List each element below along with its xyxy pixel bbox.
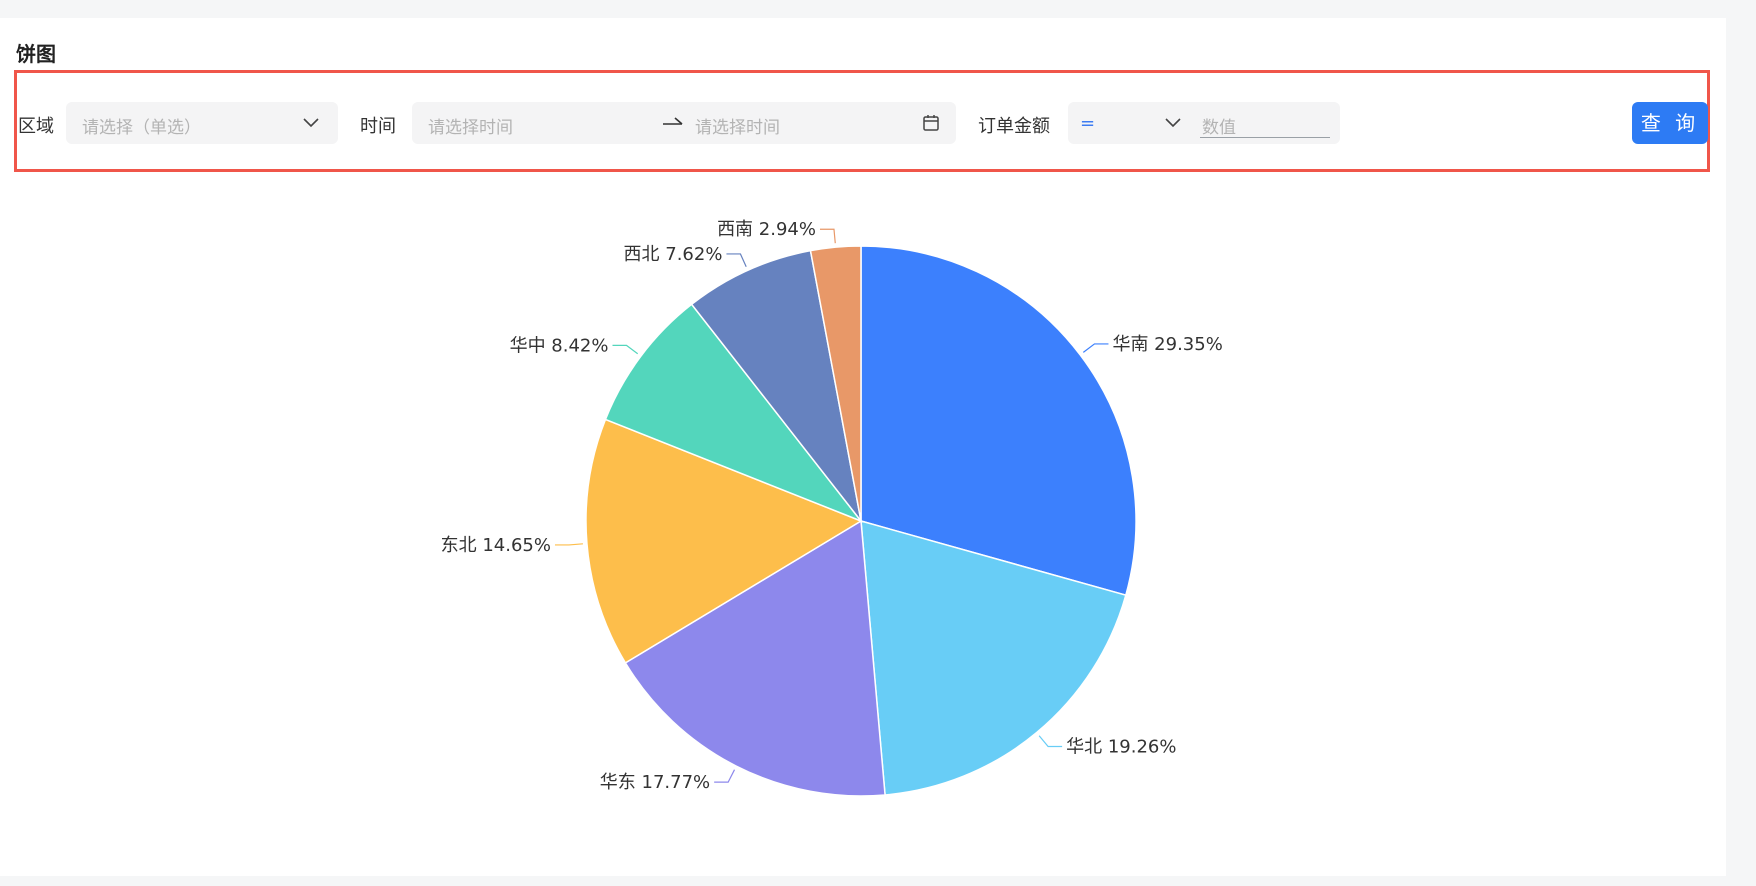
slice-label-华东: 华东 17.77% [600,772,710,793]
leader-line-华北 [1038,735,1063,748]
slice-label-西南: 西南 2.94% [717,219,816,240]
pie-chart: 华南 29.35% 华北 19.26% 华东 17.77% 东北 14.65% 华中 8… [441,219,1223,797]
slice-label-华南: 华南 29.35% [1112,334,1222,355]
leader-line-华东 [714,769,736,783]
leader-line-西北 [726,253,747,267]
slice-label-东北: 东北 14.65% [441,535,551,556]
leader-line-西南 [819,228,836,244]
leader-line-东北 [554,543,583,546]
slice-label-西北: 西北 7.62% [624,244,723,265]
slice-label-华北: 华北 19.26% [1066,736,1176,757]
leader-line-华南 [1082,343,1109,353]
slice-label-华中: 华中 8.42% [510,335,609,356]
leader-line-华中 [612,344,639,355]
